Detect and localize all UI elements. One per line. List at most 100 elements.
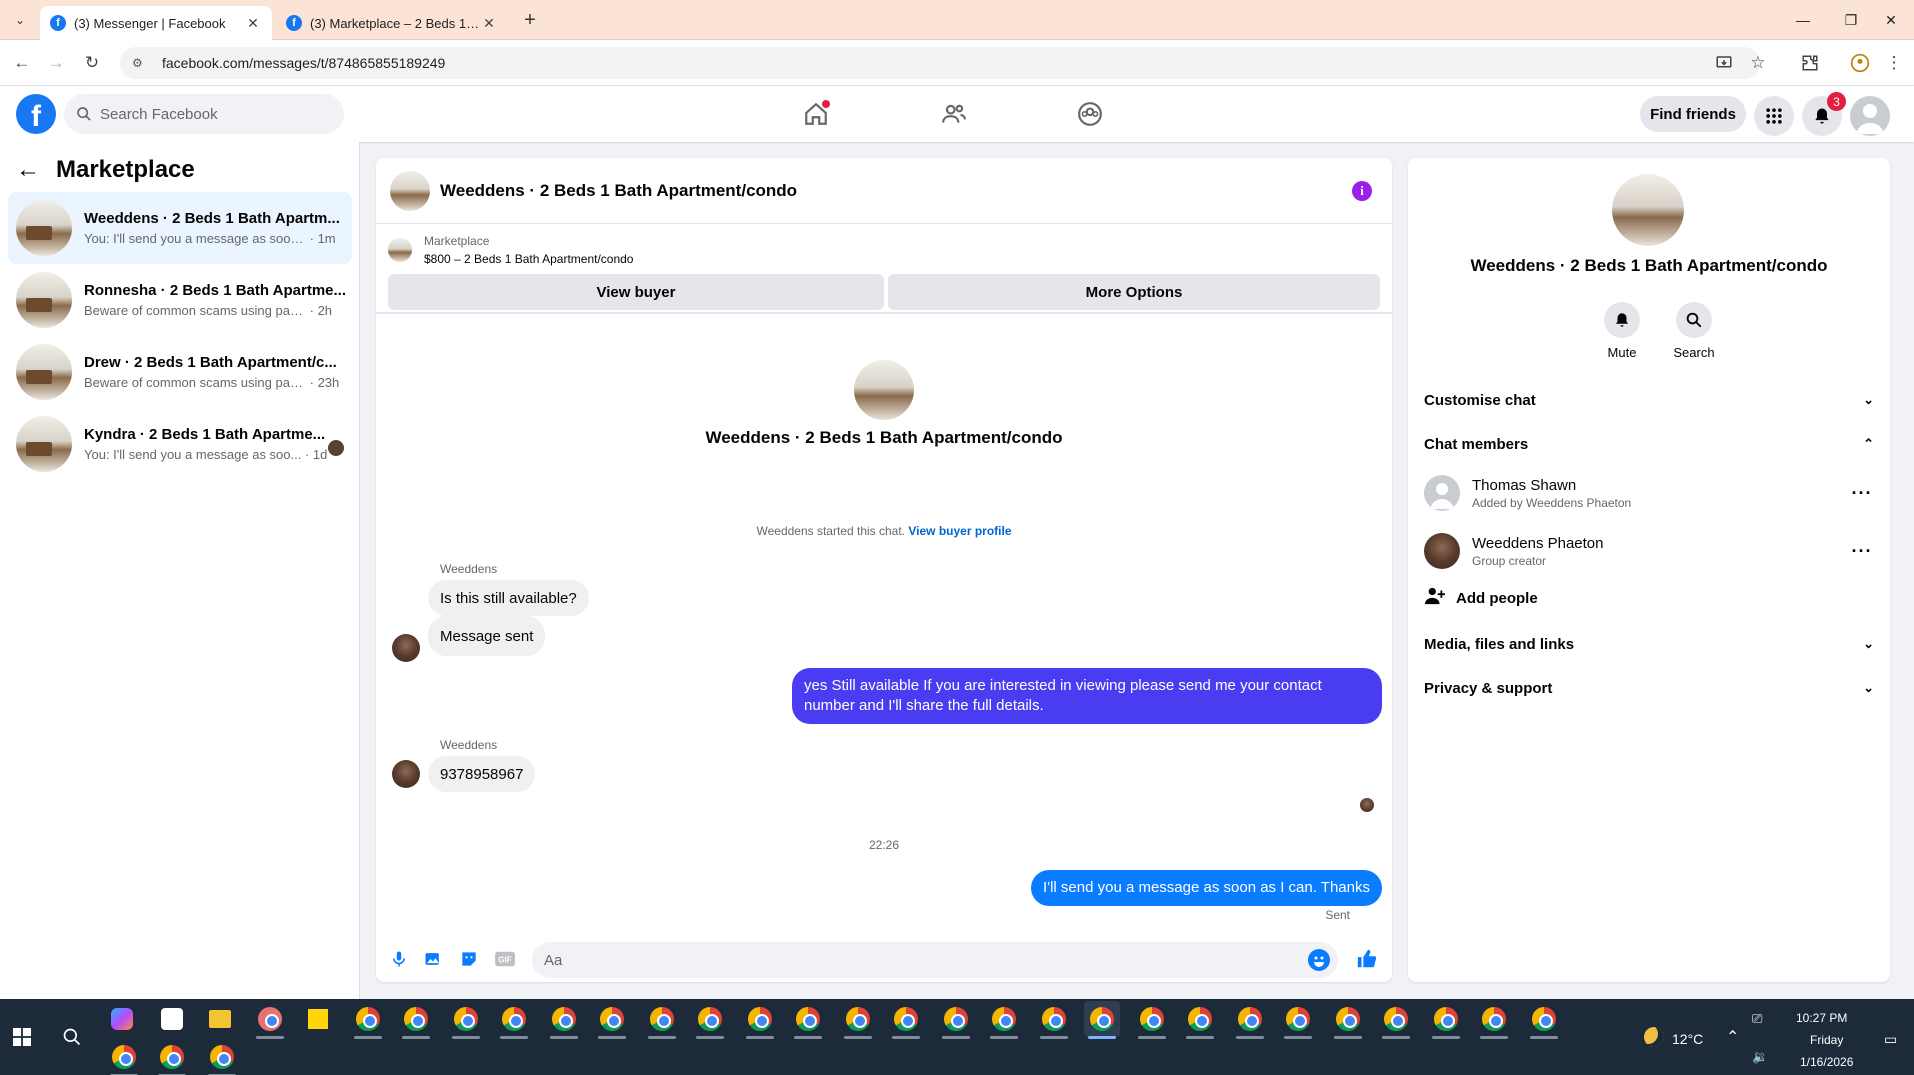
chrome-window-icon[interactable] [938,1001,974,1039]
chrome-window-icon[interactable] [692,1001,728,1039]
chrome-window-icon[interactable] [1378,1001,1414,1039]
chrome-window-icon[interactable] [840,1001,876,1039]
site-info-icon[interactable]: ⚙ [132,56,150,70]
message-input[interactable] [544,951,1244,969]
emoji-icon[interactable] [1308,949,1330,971]
mute-button[interactable]: Mute [1592,302,1652,360]
privacy-support-section[interactable]: Privacy & support ⌄ [1424,670,1874,706]
chrome-window-icon[interactable] [350,1001,386,1039]
chrome-window-icon[interactable] [986,1001,1022,1039]
chrome-window-icon[interactable] [1134,1001,1170,1039]
chrome-window-icon[interactable] [1182,1001,1218,1039]
member-item[interactable]: Thomas Shawn Added by Weeddens Phaeton ·… [1424,468,1874,518]
friends-icon[interactable] [936,96,972,132]
menu-grid-icon[interactable] [1754,96,1794,136]
chrome-window-icon[interactable] [1232,1001,1268,1039]
chrome-window-icon-active[interactable] [1084,1001,1120,1039]
chat-members-section[interactable]: Chat members ⌃ [1424,426,1874,462]
show-hidden-icons-chevron-icon[interactable]: ⌃ [1726,1027,1739,1047]
microphone-icon[interactable] [388,948,410,970]
volume-icon[interactable]: 🔉 [1752,1049,1768,1065]
media-files-section[interactable]: Media, files and links ⌄ [1424,626,1874,662]
outgoing-message[interactable]: I'll send you a message as soon as I can… [1031,870,1382,906]
sender-avatar[interactable] [392,760,420,788]
conversation-item-ronnesha[interactable]: Ronnesha · 2 Beds 1 Bath Apartme... Bewa… [8,264,352,336]
notifications-bell-icon[interactable]: 3 [1802,92,1846,136]
view-buyer-profile-link[interactable]: View buyer profile [908,524,1011,538]
add-people-button[interactable]: Add people [1424,586,1538,610]
search-input[interactable] [100,105,320,123]
new-tab-button[interactable]: + [518,8,542,32]
chrome-window-icon[interactable] [1036,1001,1072,1039]
search-in-chat-button[interactable]: Search [1664,302,1724,360]
chat-listing-thumbnail[interactable] [390,170,430,211]
chrome-window-icon[interactable] [546,1001,582,1039]
browser-tab-messenger[interactable]: f (3) Messenger | Facebook ✕ [40,6,272,40]
address-bar[interactable]: ⚙ facebook.com/messages/t/87486585518924… [120,47,1760,79]
find-friends-button[interactable]: Find friends [1640,96,1746,132]
close-window-button[interactable]: ✕ [1868,6,1914,34]
browser-tab-marketplace[interactable]: f (3) Marketplace – 2 Beds 1 Bath ✕ [276,6,508,40]
chrome-window-icon[interactable] [106,1039,142,1075]
paint-icon[interactable] [252,1001,288,1039]
windows-start-icon[interactable] [4,1019,40,1055]
chrome-window-icon[interactable] [1428,1001,1464,1039]
extensions-icon[interactable] [1798,51,1822,75]
incoming-message[interactable]: Is this still available? [428,580,589,616]
facebook-search[interactable] [64,94,344,134]
forward-arrow-icon[interactable]: → [44,51,68,75]
capcut-icon[interactable] [154,1001,190,1037]
network-icon[interactable]: ⎚ [1752,1011,1762,1027]
chrome-window-icon[interactable] [1476,1001,1512,1039]
install-app-icon[interactable] [1712,51,1736,75]
chrome-window-icon[interactable] [204,1039,240,1075]
back-arrow-icon[interactable]: ← [10,51,34,75]
chrome-window-icon[interactable] [1526,1001,1562,1039]
conversation-item-drew[interactable]: Drew · 2 Beds 1 Bath Apartment/c... Bewa… [8,336,352,408]
weather-temperature[interactable]: 12°C [1672,1031,1703,1047]
browser-menu-icon[interactable]: ⋮ [1882,51,1906,75]
like-thumbs-up-icon[interactable] [1356,948,1378,970]
info-icon[interactable]: i [1352,181,1372,201]
more-options-button[interactable]: More Options [888,274,1380,310]
clock-date[interactable]: 1/16/2026 [1800,1055,1890,1069]
account-avatar[interactable] [1850,96,1890,136]
reload-icon[interactable]: ↻ [80,51,104,75]
chrome-window-icon[interactable] [1280,1001,1316,1039]
copilot-icon[interactable] [104,1001,140,1037]
groups-icon[interactable] [1072,96,1108,132]
chrome-window-icon[interactable] [644,1001,680,1039]
chrome-window-icon[interactable] [742,1001,778,1039]
sticker-icon[interactable] [458,948,480,970]
weather-moon-icon[interactable] [1636,1019,1672,1055]
conversation-item-weeddens[interactable]: Weeddens · 2 Beds 1 Bath Apartm... You: … [8,192,352,264]
incoming-message[interactable]: 9378958967 [428,756,536,792]
message-input-box[interactable] [532,942,1338,978]
tab-search-dropdown-icon[interactable]: ⌄ [8,8,32,32]
sticky-notes-icon[interactable] [300,1001,336,1037]
notification-center-icon[interactable]: ▭ [1884,1031,1897,1048]
outgoing-message[interactable]: yes Still available If you are intereste… [792,668,1382,724]
file-explorer-icon[interactable] [202,1001,238,1037]
view-buyer-button[interactable]: View buyer [388,274,884,310]
minimize-window-button[interactable]: — [1780,6,1826,34]
clock-day[interactable]: Friday [1810,1033,1890,1047]
bookmark-star-icon[interactable]: ☆ [1746,51,1770,75]
home-icon[interactable] [798,96,834,132]
taskbar-search-icon[interactable] [54,1019,90,1055]
conversation-item-kyndra[interactable]: Kyndra · 2 Beds 1 Bath Apartme... You: I… [8,408,352,480]
gif-icon[interactable]: GIF [494,948,516,970]
incoming-message[interactable]: Message sent [428,616,546,656]
chrome-window-icon[interactable] [594,1001,630,1039]
profile-icon[interactable] [1848,51,1872,75]
chrome-window-icon[interactable] [790,1001,826,1039]
chrome-window-icon[interactable] [1330,1001,1366,1039]
chrome-window-icon[interactable] [154,1039,190,1075]
chrome-window-icon[interactable] [398,1001,434,1039]
sender-avatar[interactable] [392,634,420,662]
facebook-logo-icon[interactable]: f [16,94,56,134]
more-options-icon[interactable]: ··· [1850,541,1874,562]
back-arrow-icon[interactable]: ← [16,156,48,184]
chrome-window-icon[interactable] [496,1001,532,1039]
photo-icon[interactable] [422,948,444,970]
